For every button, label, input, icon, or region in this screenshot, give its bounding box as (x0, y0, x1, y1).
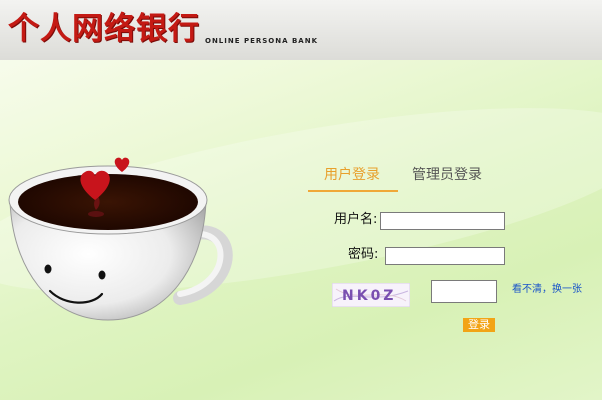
tab-admin-login[interactable]: 管理员登录 (412, 163, 482, 187)
captcha-input[interactable] (431, 280, 497, 303)
login-tabs: 用户登录 管理员登录 (308, 163, 498, 193)
tab-user-login[interactable]: 用户登录 (324, 163, 380, 187)
username-input[interactable] (380, 212, 505, 230)
captcha-image[interactable]: NK0Z (332, 283, 410, 307)
refresh-captcha-link[interactable]: 看不清，换一张 (512, 283, 582, 297)
login-button[interactable]: 登录 (463, 318, 495, 332)
captcha-text: NK0Z (342, 288, 396, 304)
bank-logo-title: 个人网络银行 (8, 11, 200, 47)
heart-icon (80, 157, 130, 200)
username-label: 用户名: (334, 212, 378, 227)
active-tab-indicator (308, 190, 398, 192)
bank-logo-subtitle: ONLINE PERSONA BANK (205, 37, 318, 45)
password-input[interactable] (385, 247, 505, 265)
page-header: 个人网络银行 ONLINE PERSONA BANK (0, 0, 602, 60)
password-label: 密码: (348, 247, 379, 262)
